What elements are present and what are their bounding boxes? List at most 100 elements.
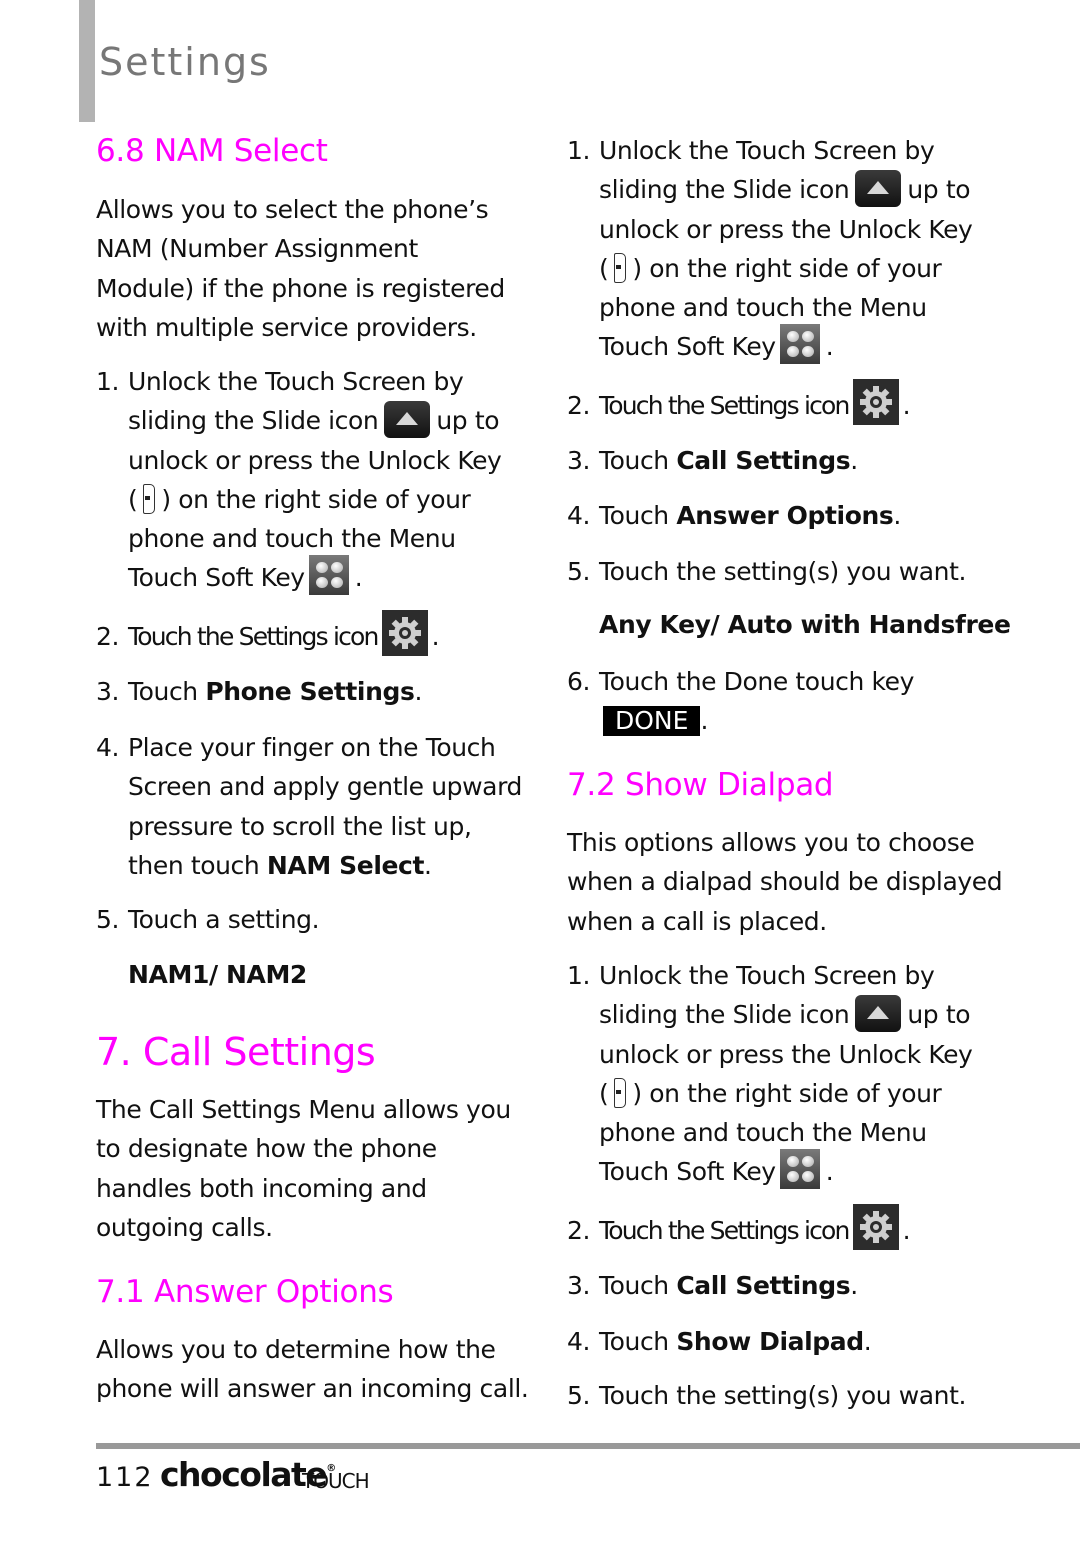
step-number: 2. [96,622,120,651]
text: . [825,332,834,362]
text-line: Unlock the Touch Screen by [128,367,464,396]
step-body: Touch Call Settings. [599,441,858,480]
nam-options: NAM1/ NAM2 [128,960,307,989]
menu-item-name: Show Dialpad [676,1327,864,1356]
text-line: with multiple service providers. [96,312,477,342]
chapter-heading-call-settings: 7. Call Settings [96,1030,376,1074]
text-line: unlock or press the Unlock Key [599,1039,973,1069]
step-number: 5. [567,557,591,586]
text-line: Touch Soft Key. [599,1149,972,1191]
text: then touch [128,850,267,880]
text: Touch [599,501,677,530]
step-number: 4. [567,1327,591,1356]
text: . [424,850,432,880]
step-body: Touch Show Dialpad. [599,1322,872,1361]
answer-options-values: Any Key/ Auto with Handsfree [599,610,1011,639]
text-line: unlock or press the Unlock Key [128,445,502,475]
text-line: to designate how the phone [96,1134,437,1164]
text: up to [436,406,500,436]
text: Touch [128,677,206,706]
step-number: 1. [96,367,120,396]
text-line: phone and touch the Menu [599,293,927,323]
text: . [902,1216,911,1245]
text-line: outgoing calls. [96,1212,273,1242]
text-line: () on the right side of your [599,249,972,288]
step-body: Touch the Settings icon. [599,379,911,425]
text-line: Screen and apply gentle upward [128,772,522,802]
text-line: Allows you to select the phone’s [96,195,489,224]
menu-item-name: Call Settings [676,1271,851,1300]
step-number: 3. [567,446,591,475]
step-number: 5. [567,1381,591,1410]
text-line: when a dialpad should be displayed [567,867,1003,897]
step-number: 4. [567,501,591,530]
slide-up-icon [855,169,902,207]
done-key: DONE [603,706,701,737]
text: . [825,1157,834,1187]
text: Touch a setting. [128,905,320,934]
text: Touch the setting(s) you want. [599,557,967,586]
text: . [414,677,423,706]
text-line: Allows you to determine how the [96,1335,496,1364]
slide-up-icon [855,994,902,1032]
text: ) on the right side of your [632,1078,942,1108]
answer-options-description: Allows you to determine how the phone wi… [96,1330,529,1409]
text-line: sliding the Slide icon up to [128,400,501,440]
text-line: () on the right side of your [128,480,501,519]
step-number: 6. [567,667,591,696]
menu-soft-key-icon [779,324,820,365]
step-number: 5. [96,905,120,934]
text: sliding the Slide icon [128,406,379,436]
menu-item-name: Answer Options [676,501,894,530]
unlock-key-icon [614,1077,627,1108]
text-line: This options allows you to choose [567,828,975,857]
settings-gear-icon [852,1204,899,1250]
text: Touch Soft Key [128,563,305,593]
text-line: Unlock the Touch Screen by [599,136,935,165]
step-number: 4. [96,733,120,762]
brand-subtitle: TOUCH [302,1469,370,1493]
step-number: 2. [567,1216,591,1245]
step-number: 3. [96,677,120,706]
text: Touch [599,1271,677,1300]
text-line: sliding the Slide icon up to [599,169,972,209]
text: ) on the right side of your [632,253,942,283]
step-body: Touch the setting(s) you want. [599,552,966,591]
text-line: sliding the Slide icon up to [599,994,972,1034]
text: sliding the Slide icon [599,175,850,205]
text-line: Touch Soft Key. [599,324,972,366]
show-dialpad-description: This options allows you to choose when a… [567,823,1003,941]
page-header-title: Settings [99,40,271,84]
step-body: Touch the Settings icon. [599,1204,911,1250]
text: Touch the Settings icon [599,1216,850,1245]
text-line: The Call Settings Menu allows you [96,1095,511,1124]
text-line: Unlock the Touch Screen by [599,961,935,990]
text: up to [907,175,971,205]
text: . [863,1327,872,1356]
menu-item-name: Phone Settings [205,677,415,706]
step-body: Touch a setting. [128,900,320,939]
text-line: then touch NAM Select. [128,846,522,885]
text-line: when a call is placed. [567,906,827,936]
text-line: pressure to scroll the list up, [128,811,472,841]
footer-rule [96,1443,1080,1449]
text: . [431,622,440,651]
text: up to [907,1000,971,1030]
section-heading-show-dialpad: 7.2 Show Dialpad [567,767,834,803]
nam-select-description: Allows you to select the phone’s NAM (Nu… [96,190,505,347]
step-body: Unlock the Touch Screen by sliding the S… [599,956,973,1192]
menu-soft-key-icon [308,555,349,596]
call-settings-description: The Call Settings Menu allows you to des… [96,1090,511,1247]
text: . [850,446,858,475]
unlock-key-icon [614,252,627,283]
text-line: NAM (Number Assignment [96,234,418,264]
text-line: handles both incoming and [96,1173,427,1203]
step-body: Place your finger on the Touch Screen an… [128,728,522,885]
text: Touch the Settings icon [599,391,850,420]
text: . [700,706,708,736]
text-line: Touch the Done touch key [599,667,915,696]
text-line: unlock or press the Unlock Key [599,214,973,244]
text: . [893,501,901,530]
page-number: 112 [96,1462,154,1493]
text: ( [599,1078,609,1108]
